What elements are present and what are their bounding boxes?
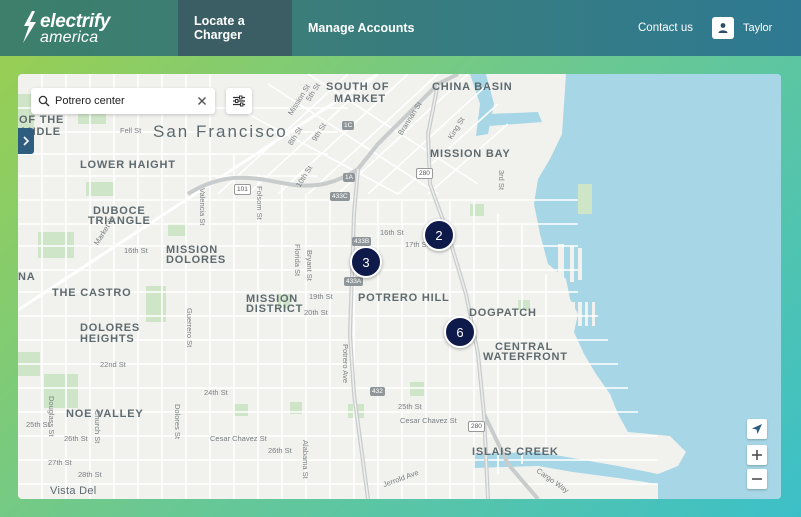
user-menu[interactable]: Taylor <box>712 17 772 39</box>
label-waterfront: WATERFRONT <box>483 351 568 363</box>
bolt-icon <box>23 11 36 43</box>
shield-433a: 433A <box>344 277 364 286</box>
shield-433c: 433C <box>330 192 350 201</box>
street-alabama: Alabama St <box>301 440 310 479</box>
street-fell: Fell St <box>120 126 142 135</box>
zoom-in-button[interactable] <box>747 445 767 465</box>
close-icon[interactable] <box>195 94 209 108</box>
street-22nd: 22nd St <box>100 360 126 369</box>
side-panel-toggle[interactable] <box>18 128 34 154</box>
contact-us-link[interactable]: Contact us <box>638 0 693 56</box>
street-26th-west: 26th St <box>268 446 292 455</box>
street-potrero: Potrero Ave <box>341 344 350 384</box>
street-20th: 20th St <box>304 308 328 317</box>
label-noe-valley: NOE VALLEY <box>66 408 144 420</box>
street-cesar-chavez-west: Cesar Chavez St <box>210 434 267 443</box>
street-valencia: Valencia St <box>198 188 207 226</box>
sliders-icon <box>233 95 245 107</box>
electrify-america-logo[interactable]: electrify america <box>18 10 110 48</box>
street-church: Church St <box>93 410 102 444</box>
label-the-castro: THE CASTRO <box>52 287 132 299</box>
search-input[interactable] <box>55 95 193 107</box>
shield-101: 101 <box>234 184 251 195</box>
street-27th: 27th St <box>48 458 72 467</box>
label-lower-haight: LOWER HAIGHT <box>80 159 176 171</box>
street-24th: 24th St <box>204 388 228 397</box>
chevron-right-icon <box>23 136 30 146</box>
charger-cluster-2[interactable]: 2 <box>423 219 455 251</box>
street-28th: 28th St <box>78 470 102 479</box>
label-dogpatch: DOGPATCH <box>469 307 537 319</box>
search-icon <box>38 95 50 107</box>
nav-manage-accounts[interactable]: Manage Accounts <box>292 0 431 56</box>
street-16th-west: 16th St <box>124 246 148 255</box>
person-icon <box>712 17 734 39</box>
street-cesar-chavez-east: Cesar Chavez St <box>400 416 457 425</box>
street-bryant: Bryant St <box>305 250 314 281</box>
shield-432: 432 <box>370 387 385 396</box>
label-vista-del: Vista Del <box>50 485 97 497</box>
map-base-layer <box>18 74 781 499</box>
charger-cluster-3[interactable]: 3 <box>350 246 382 278</box>
shield-433b: 433B <box>352 237 372 246</box>
label-south-of-market: SOUTH OF <box>326 81 390 93</box>
label-triangle: TRIANGLE <box>88 215 151 227</box>
street-florida: Florida St <box>293 244 302 277</box>
search-box <box>31 88 215 114</box>
minus-icon <box>752 478 762 480</box>
label-dolores: DOLORES <box>166 254 226 266</box>
shield-1a: 1A <box>343 173 355 182</box>
label-city: San Francisco <box>153 122 288 141</box>
label-district: DISTRICT <box>246 303 304 315</box>
street-26th: 26th St <box>64 434 88 443</box>
plus-icon <box>752 450 762 460</box>
label-south-of-market-2: MARKET <box>334 93 386 105</box>
label-potrero-hill: POTRERO HILL <box>358 292 450 304</box>
top-nav-bar: electrify america Locate a Charger Manag… <box>0 0 801 56</box>
label-of-the: OF THE <box>19 114 65 126</box>
logo-line-2: america <box>40 29 99 46</box>
street-douglass: Douglass St <box>47 396 56 437</box>
street-19th: 19th St <box>309 292 333 301</box>
shield-1c: 1C <box>342 121 355 130</box>
map-view[interactable]: SOUTH OF MARKET CHINA BASIN OF THE ANDLE… <box>18 74 781 499</box>
street-dolores: Dolores St <box>173 404 182 440</box>
label-na: NA <box>18 271 36 283</box>
label-china-basin: CHINA BASIN <box>432 81 513 93</box>
locate-me-button[interactable] <box>747 419 767 439</box>
street-3rd: 3rd St <box>497 170 506 191</box>
label-mission-bay: MISSION BAY <box>430 148 511 160</box>
label-islais-creek: ISLAIS CREEK <box>472 446 559 458</box>
street-folsom: Folsom St <box>255 186 264 220</box>
location-arrow-icon <box>752 424 762 434</box>
charger-cluster-6[interactable]: 6 <box>444 316 476 348</box>
shield-280-north: 280 <box>416 168 433 179</box>
label-heights: HEIGHTS <box>80 333 135 345</box>
street-25th: 25th St <box>398 402 422 411</box>
street-16th: 16th St <box>380 228 404 237</box>
zoom-out-button[interactable] <box>747 469 767 489</box>
filter-button[interactable] <box>226 88 252 114</box>
shield-280-south: 280 <box>468 421 485 432</box>
street-guerrero: Guerrero St <box>185 308 194 348</box>
user-name: Taylor <box>743 22 773 34</box>
nav-locate-charger[interactable]: Locate a Charger <box>178 0 292 56</box>
